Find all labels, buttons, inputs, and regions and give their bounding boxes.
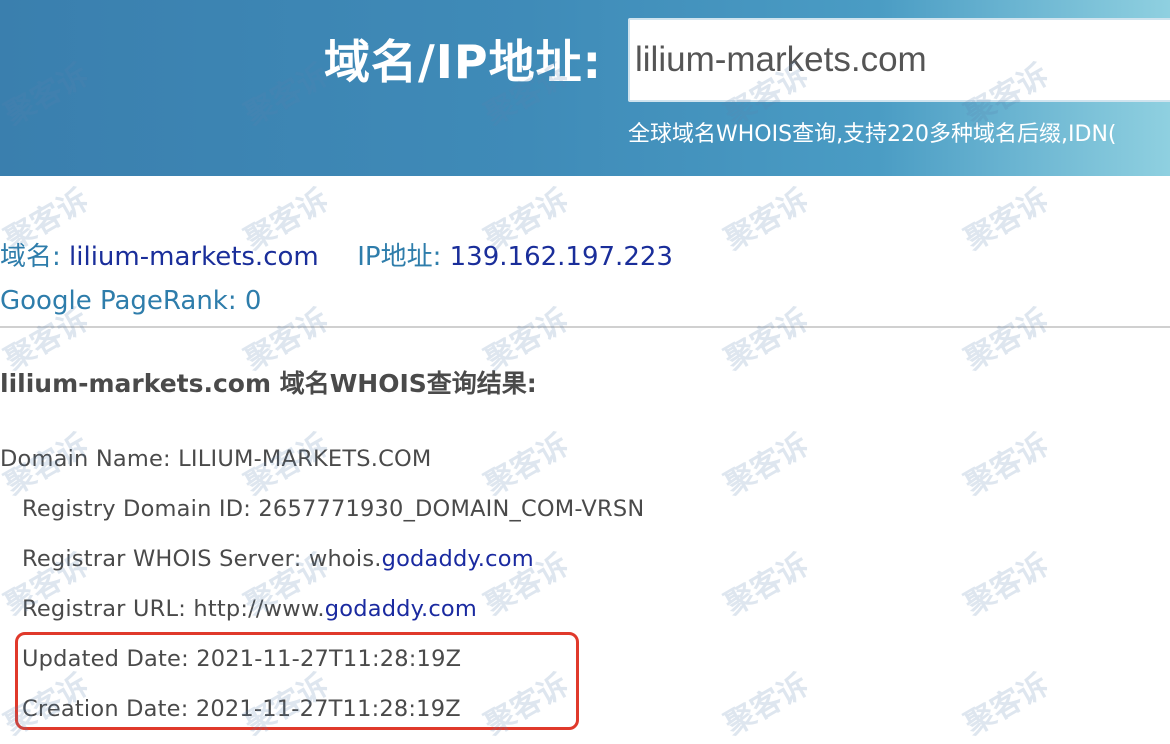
domain-ip-summary: 域名: lilium-markets.com IP地址: 139.162.197… — [0, 236, 673, 273]
date-highlight-box — [15, 632, 579, 730]
watermark-text: 聚客诉 — [959, 182, 1055, 258]
pagerank-value: 0 — [244, 286, 262, 316]
whois-server-link[interactable]: godaddy.com — [382, 546, 534, 572]
watermark-text: 聚客诉 — [719, 427, 815, 503]
search-header: 域名/IP地址: 全球域名WHOIS查询,支持220多种域名后缀,IDN( — [0, 0, 1170, 176]
pagerank-label: Google PageRank: — [0, 286, 237, 316]
domain-label: 域名: — [0, 242, 61, 272]
registrar-url-label: Registrar URL: http://www. — [22, 596, 325, 622]
whois-domain-name: Domain Name: LILIUM-MARKETS.COM — [0, 446, 432, 472]
domain-search-input[interactable] — [628, 18, 1170, 102]
search-label: 域名/IP地址: — [323, 35, 602, 89]
watermark-text: 聚客诉 — [719, 302, 815, 378]
whois-result-title: lilium-markets.com 域名WHOIS查询结果: — [0, 369, 537, 398]
section-divider — [0, 326, 1170, 328]
ip-value: 139.162.197.223 — [449, 242, 673, 272]
watermark-text: 聚客诉 — [719, 182, 815, 258]
watermark-text: 聚客诉 — [959, 547, 1055, 623]
header-subtitle: 全球域名WHOIS查询,支持220多种域名后缀,IDN( — [628, 122, 1117, 147]
registrar-url-link[interactable]: godaddy.com — [325, 596, 477, 622]
watermark-text: 聚客诉 — [959, 302, 1055, 378]
domain-value: lilium-markets.com — [69, 242, 319, 272]
ip-label: IP地址: — [357, 242, 442, 272]
whois-server-label: Registrar WHOIS Server: whois. — [22, 546, 382, 572]
whois-server-row: Registrar WHOIS Server: whois.godaddy.co… — [22, 546, 534, 572]
registrar-url-row: Registrar URL: http://www.godaddy.com — [22, 596, 477, 622]
whois-registry-domain-id: Registry Domain ID: 2657771930_DOMAIN_CO… — [22, 496, 645, 522]
watermark-text: 聚客诉 — [959, 667, 1055, 743]
watermark-text: 聚客诉 — [479, 427, 575, 503]
pagerank-row: Google PageRank: 0 — [0, 286, 261, 316]
watermark-text: 聚客诉 — [719, 547, 815, 623]
watermark-text: 聚客诉 — [719, 667, 815, 743]
watermark-text: 聚客诉 — [959, 427, 1055, 503]
